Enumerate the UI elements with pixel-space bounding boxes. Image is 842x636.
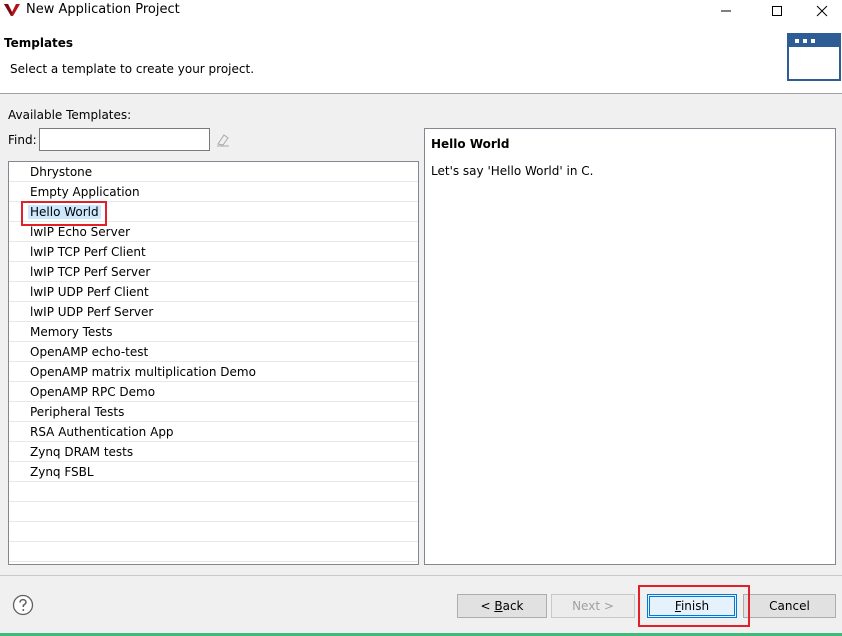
find-label: Find: bbox=[8, 133, 37, 147]
minimize-icon bbox=[721, 10, 731, 12]
list-item-label: Peripheral Tests bbox=[30, 405, 125, 419]
vitis-logo-icon bbox=[4, 4, 20, 16]
minimize-button[interactable] bbox=[706, 0, 746, 22]
available-templates-label: Available Templates: bbox=[8, 108, 132, 122]
list-item-label: lwIP TCP Perf Client bbox=[30, 245, 146, 259]
close-icon bbox=[816, 5, 828, 17]
close-button[interactable] bbox=[802, 0, 842, 22]
empty-list-row bbox=[9, 502, 418, 522]
maximize-button[interactable] bbox=[757, 0, 797, 22]
list-item[interactable]: OpenAMP matrix multiplication Demo bbox=[9, 362, 418, 382]
list-item[interactable]: RSA Authentication App bbox=[9, 422, 418, 442]
list-item[interactable]: Zynq DRAM tests bbox=[9, 442, 418, 462]
list-item[interactable]: Memory Tests bbox=[9, 322, 418, 342]
finish-highlight bbox=[638, 585, 750, 627]
list-item-label: lwIP Echo Server bbox=[30, 225, 131, 239]
list-item[interactable]: OpenAMP echo-test bbox=[9, 342, 418, 362]
list-item-label: RSA Authentication App bbox=[30, 425, 174, 439]
list-item-label: Empty Application bbox=[30, 185, 140, 199]
title-bar: New Application Project bbox=[0, 0, 842, 22]
hello-world-highlight bbox=[21, 201, 107, 226]
next-button[interactable]: Next > bbox=[551, 594, 635, 618]
back-prefix: < bbox=[480, 599, 495, 613]
list-item-label: OpenAMP echo-test bbox=[30, 345, 149, 359]
help-button[interactable] bbox=[12, 594, 34, 616]
help-icon bbox=[12, 594, 34, 616]
clear-find-button[interactable] bbox=[214, 131, 232, 149]
list-item-label: lwIP UDP Perf Server bbox=[30, 305, 154, 319]
page-title: Templates bbox=[4, 36, 74, 50]
list-item[interactable]: lwIP TCP Perf Server bbox=[9, 262, 418, 282]
description-text: Let's say 'Hello World' in C. bbox=[431, 164, 594, 178]
description-title: Hello World bbox=[431, 137, 510, 151]
cancel-button[interactable]: Cancel bbox=[743, 594, 836, 618]
list-item[interactable]: lwIP UDP Perf Server bbox=[9, 302, 418, 322]
back-mnemonic: B bbox=[494, 599, 503, 613]
list-item-label: Zynq FSBL bbox=[30, 465, 94, 479]
eraser-icon bbox=[217, 134, 229, 147]
footer-divider bbox=[0, 575, 842, 576]
list-item[interactable]: Peripheral Tests bbox=[9, 402, 418, 422]
list-item[interactable]: Dhrystone bbox=[9, 162, 418, 182]
list-item-label: lwIP UDP Perf Client bbox=[30, 285, 149, 299]
list-item-label: Memory Tests bbox=[30, 325, 113, 339]
list-item[interactable]: OpenAMP RPC Demo bbox=[9, 382, 418, 402]
page-description: Select a template to create your project… bbox=[10, 62, 255, 76]
list-item-label: OpenAMP RPC Demo bbox=[30, 385, 156, 399]
empty-list-row bbox=[9, 542, 418, 562]
empty-list-row bbox=[9, 482, 418, 502]
find-input[interactable] bbox=[39, 128, 210, 151]
window-title: New Application Project bbox=[26, 2, 180, 17]
list-item-label: lwIP TCP Perf Server bbox=[30, 265, 151, 279]
list-item[interactable]: lwIP TCP Perf Client bbox=[9, 242, 418, 262]
list-item-label: Zynq DRAM tests bbox=[30, 445, 134, 459]
list-item[interactable]: Zynq FSBL bbox=[9, 462, 418, 482]
empty-list-row bbox=[9, 522, 418, 542]
template-description-panel: Hello World Let's say 'Hello World' in C… bbox=[424, 128, 836, 565]
window-template-icon bbox=[787, 33, 841, 81]
back-button[interactable]: < Back bbox=[457, 594, 547, 618]
wizard-header: Templates Select a template to create yo… bbox=[0, 22, 842, 94]
list-item-label: Dhrystone bbox=[30, 165, 93, 179]
back-rest: ack bbox=[502, 599, 524, 613]
list-item[interactable]: Empty Application bbox=[9, 182, 418, 202]
list-item-label: OpenAMP matrix multiplication Demo bbox=[30, 365, 256, 379]
maximize-icon bbox=[772, 6, 782, 16]
list-item[interactable]: lwIP UDP Perf Client bbox=[9, 282, 418, 302]
